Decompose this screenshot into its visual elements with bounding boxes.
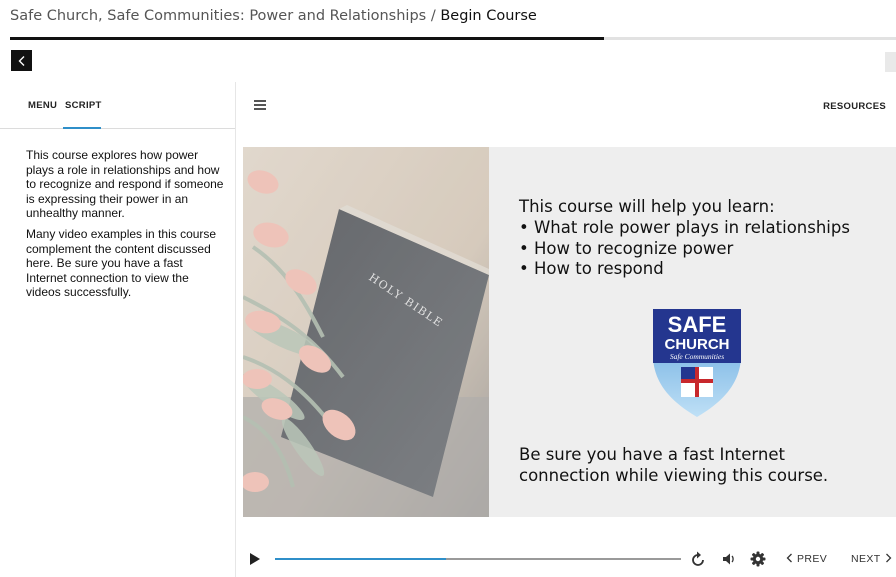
slide: HOLY BIBLE This course will help you lea…: [243, 147, 896, 517]
volume-icon[interactable]: [722, 551, 736, 567]
expand-panel-tab[interactable]: [885, 52, 896, 72]
replay-icon[interactable]: [691, 551, 705, 567]
slide-bullet: What role power plays in relationships: [519, 218, 850, 239]
slide-heading: This course will help you learn:: [519, 197, 775, 216]
logo-text-church: CHURCH: [665, 336, 730, 353]
seek-bar-fill: [275, 558, 446, 560]
slide-bullet: How to respond: [519, 259, 850, 280]
player-controls: PREV NEXT: [236, 544, 896, 574]
top-header: Safe Church, Safe Communities: Power and…: [0, 0, 896, 40]
active-tab-indicator: [63, 127, 101, 129]
prev-button[interactable]: PREV: [786, 553, 827, 565]
script-text: This course explores how power plays a r…: [26, 148, 226, 306]
script-paragraph: This course explores how power plays a r…: [26, 148, 224, 221]
chevron-right-icon: [885, 553, 892, 563]
sidebar: MENU SCRIPT This course explores how pow…: [0, 82, 236, 577]
next-button[interactable]: NEXT: [851, 553, 892, 565]
hamburger-line: [254, 100, 266, 102]
bible-tulips-photo: HOLY BIBLE: [243, 147, 489, 517]
chevron-left-icon: [18, 55, 24, 66]
hamburger-icon[interactable]: [254, 100, 266, 110]
hamburger-line: [254, 108, 266, 110]
slide-bullet-list: What role power plays in relationships H…: [519, 218, 850, 280]
gear-icon[interactable]: [750, 551, 766, 567]
seek-bar[interactable]: [275, 558, 681, 560]
course-progress-bar: [10, 37, 896, 40]
logo-text-safe: SAFE: [668, 312, 727, 337]
breadcrumb: Safe Church, Safe Communities: Power and…: [10, 8, 537, 24]
course-title: Safe Church, Safe Communities: Power and…: [10, 8, 427, 24]
hamburger-line: [254, 104, 266, 106]
breadcrumb-separator: /: [426, 8, 441, 24]
main-content: RESOURCES HOLY BIBLE This course will he…: [236, 82, 896, 577]
current-section: Begin Course: [440, 8, 537, 24]
resources-button[interactable]: RESOURCES: [823, 101, 886, 112]
slide-bullet: How to recognize power: [519, 239, 850, 260]
sidebar-tabs: MENU SCRIPT: [0, 82, 235, 129]
next-label: NEXT: [851, 553, 881, 565]
prev-label: PREV: [797, 553, 828, 565]
tab-menu[interactable]: MENU: [28, 100, 57, 111]
chevron-left-icon: [786, 553, 792, 563]
collapse-sidebar-button[interactable]: [11, 50, 32, 71]
script-paragraph: Many video examples in this course compl…: [26, 226, 217, 300]
logo-text-communities: Safe Communities: [670, 352, 724, 361]
course-progress-fill: [10, 37, 604, 40]
safe-church-logo: SAFE CHURCH Safe Communities: [653, 309, 741, 417]
slide-footer: Be sure you have a fast Internet connect…: [519, 445, 829, 485]
play-icon[interactable]: [250, 553, 260, 565]
tab-script[interactable]: SCRIPT: [65, 100, 102, 111]
